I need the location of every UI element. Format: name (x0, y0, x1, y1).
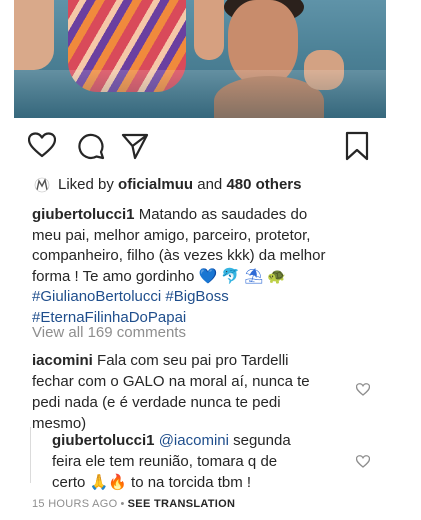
reply-author[interactable]: giubertolucci1 (52, 432, 155, 449)
liker-avatar[interactable] (34, 177, 50, 193)
caption-emojis: 💙 🐬 ⛱ 🐢 (198, 267, 287, 285)
post-action-bar (0, 128, 421, 164)
caption-line-4: forma ! Te amo gordinho (32, 267, 199, 285)
likes-prefix: Liked by (58, 176, 119, 193)
post-footer: 15 HOURS AGO • SEE TRANSLATION (32, 498, 235, 510)
reply-item: giubertolucci1 @iacomini segunda feira e… (52, 430, 352, 493)
reply-mention[interactable]: @iacomini (155, 432, 229, 449)
caption-line-2: meu pai, melhor amigo, parceiro, proteto… (32, 226, 311, 244)
photo-arm (14, 0, 54, 70)
caption-author[interactable]: giubertolucci1 (32, 206, 135, 223)
reply-line: segunda (228, 432, 291, 449)
see-translation-link[interactable]: SEE TRANSLATION (128, 498, 236, 510)
footer-separator: • (120, 498, 125, 510)
heart-outline-icon[interactable] (28, 132, 56, 158)
comment-line: Fala com seu pai pro Tardelli (92, 352, 289, 369)
comment-bubble-icon[interactable] (77, 132, 105, 160)
post-photo[interactable] (14, 0, 386, 118)
likes-count-link[interactable]: 480 others (226, 176, 301, 193)
post-timestamp: 15 HOURS AGO (32, 498, 118, 510)
comment-author[interactable]: iacomini (32, 352, 93, 369)
likes-text: Liked by oficialmuu and 480 others (58, 175, 301, 195)
view-all-comments-link[interactable]: View all 169 comments (32, 324, 186, 341)
hashtags-line-1[interactable]: #GiulianoBertolucci #BigBoss (32, 287, 382, 308)
comment-line: pedi nada (e é verdade nunca te pedi (32, 394, 281, 411)
caption-line-3: companheiro, filho (às vezes kkk) da mel… (32, 247, 326, 264)
likes-and: and (193, 176, 227, 193)
comment-heart-icon[interactable] (355, 383, 371, 396)
liked-by-user-link[interactable]: oficialmuu (118, 176, 193, 193)
reply-heart-icon[interactable] (355, 455, 371, 468)
comment-line: fechar com o GALO na moral aí, nunca te (32, 373, 310, 390)
post-caption: giubertolucci1 Matando as saudades do me… (32, 205, 382, 328)
reply-thread-line (30, 427, 31, 483)
caption-line-1: Matando as saudades do (134, 206, 308, 223)
photo-water (14, 70, 386, 118)
comment-item: iacomini Fala com seu pai pro Tardelli f… (32, 350, 352, 434)
bookmark-icon[interactable] (345, 131, 369, 161)
reply-line: feira ele tem reunião, tomara q de (52, 453, 278, 470)
reply-line: certo 🙏🔥 to na torcida tbm ! (52, 474, 252, 491)
photo-shoulder (194, 0, 224, 60)
paper-plane-icon[interactable] (121, 132, 149, 160)
